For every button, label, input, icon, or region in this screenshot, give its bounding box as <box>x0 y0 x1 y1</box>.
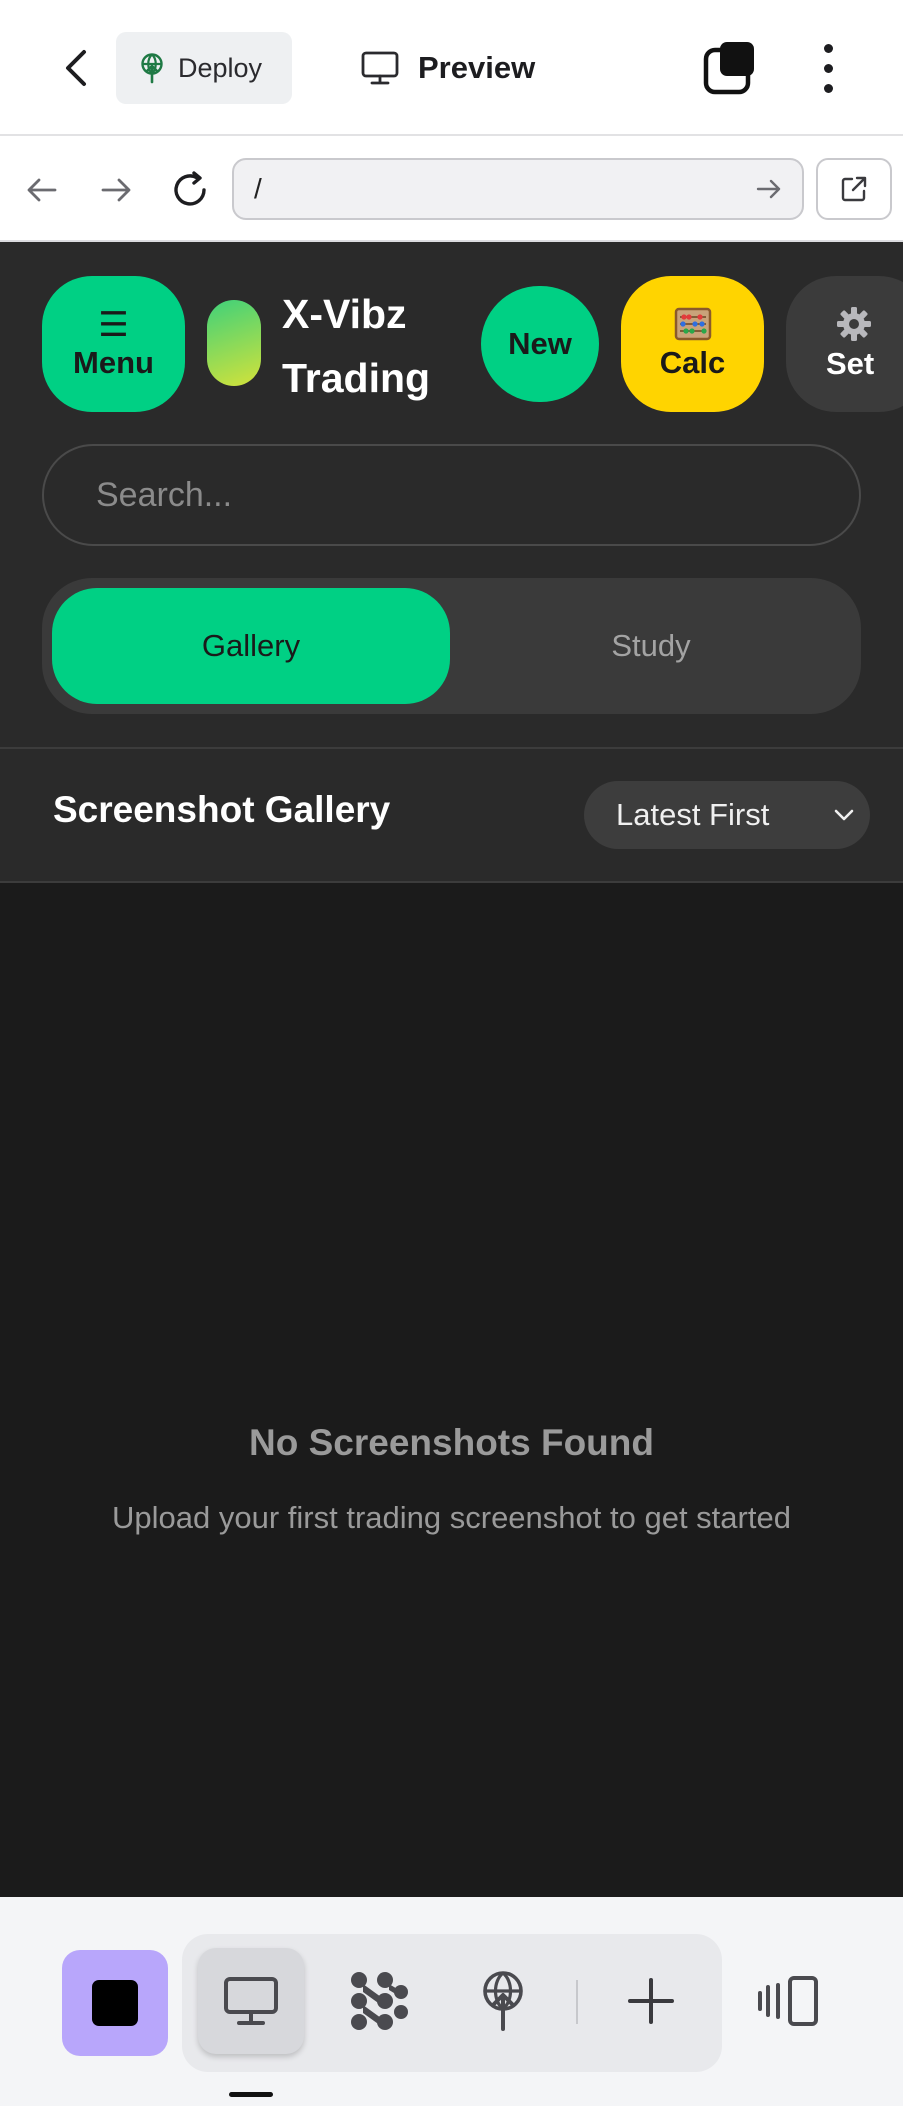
top-app-bar: Deploy Preview <box>0 0 903 136</box>
menu-label: Menu <box>73 345 154 380</box>
calc-button[interactable]: Calc <box>621 276 764 412</box>
stop-button[interactable] <box>62 1950 168 2056</box>
connections-icon <box>351 1972 408 2030</box>
gallery-title: Screenshot Gallery <box>53 789 391 830</box>
bottom-dock <box>0 1897 903 2106</box>
kebab-dot <box>823 43 833 53</box>
arrow-right-icon <box>101 178 131 202</box>
reload-button[interactable] <box>166 166 214 214</box>
desktop-icon <box>224 1977 278 2025</box>
deploy-label: Deploy <box>178 52 263 83</box>
view-toggle: Gallery Study <box>42 578 861 714</box>
add-icon <box>628 1978 674 2024</box>
tab-gallery[interactable]: Gallery <box>52 588 450 704</box>
deploy-dock-button[interactable] <box>450 1948 556 2054</box>
preview-label: Preview <box>418 50 536 85</box>
new-button[interactable]: New <box>481 286 599 402</box>
stop-icon <box>92 1980 138 2026</box>
empty-title: No Screenshots Found <box>249 1422 654 1463</box>
chevron-down-icon <box>834 809 854 821</box>
connections-button[interactable] <box>324 1948 430 2054</box>
reload-icon <box>174 171 206 206</box>
chevron-left-icon <box>66 50 86 86</box>
kebab-dot <box>823 83 833 93</box>
nav-forward-button[interactable] <box>92 166 140 214</box>
add-button[interactable] <box>598 1948 704 2054</box>
tabs-icon <box>703 42 754 95</box>
menu-button[interactable]: ☰ Menu <box>42 276 185 412</box>
split-view-icon <box>758 1976 818 2026</box>
tab-study[interactable]: Study <box>452 588 850 704</box>
settings-label: Set <box>826 346 875 381</box>
url-text: / <box>254 173 262 204</box>
abacus-icon <box>674 307 711 341</box>
url-bar: / <box>0 138 903 242</box>
settings-button[interactable]: Set <box>786 276 903 412</box>
dock-tools <box>182 1934 722 2072</box>
search-input[interactable] <box>42 444 861 546</box>
logo <box>207 300 261 386</box>
url-input[interactable]: / <box>232 158 804 220</box>
empty-subtitle: Upload your first trading screenshot to … <box>112 1500 791 1535</box>
tabs-switcher-button[interactable] <box>700 36 764 100</box>
empty-state: No Screenshots Found Upload your first t… <box>0 1422 903 1536</box>
kebab-dot <box>823 63 833 73</box>
arrow-left-icon <box>27 178 57 202</box>
app-header: ☰ Menu X-Vibz Trading New Calc Set Searc… <box>0 242 903 747</box>
new-label: New <box>508 326 572 361</box>
gear-icon <box>837 307 871 341</box>
nav-back-button[interactable] <box>18 166 66 214</box>
hamburger-icon: ☰ <box>98 306 129 344</box>
gallery-header: Screenshot Gallery Latest First <box>0 747 903 883</box>
desktop-view-button[interactable] <box>198 1948 304 2054</box>
preview-tab[interactable]: Preview <box>360 38 535 98</box>
app-title: X-Vibz Trading <box>282 291 431 401</box>
deploy-button[interactable]: Deploy <box>116 32 292 104</box>
split-view-button[interactable] <box>752 1965 824 2037</box>
dock-divider <box>576 1980 578 2024</box>
home-indicator <box>229 2092 273 2097</box>
go-arrow-icon[interactable] <box>754 174 784 204</box>
back-button[interactable] <box>48 36 104 100</box>
monitor-icon <box>361 51 399 85</box>
more-options-button[interactable] <box>808 36 848 100</box>
open-external-button[interactable] <box>816 158 892 220</box>
external-link-icon <box>841 176 867 202</box>
sort-select[interactable]: Latest First <box>584 781 870 849</box>
deploy-icon <box>483 1971 523 2031</box>
deploy-icon <box>141 53 163 84</box>
sort-value: Latest First <box>616 797 770 832</box>
app-viewport: ☰ Menu X-Vibz Trading New Calc Set Searc… <box>0 242 903 1897</box>
calc-label: Calc <box>659 345 726 380</box>
